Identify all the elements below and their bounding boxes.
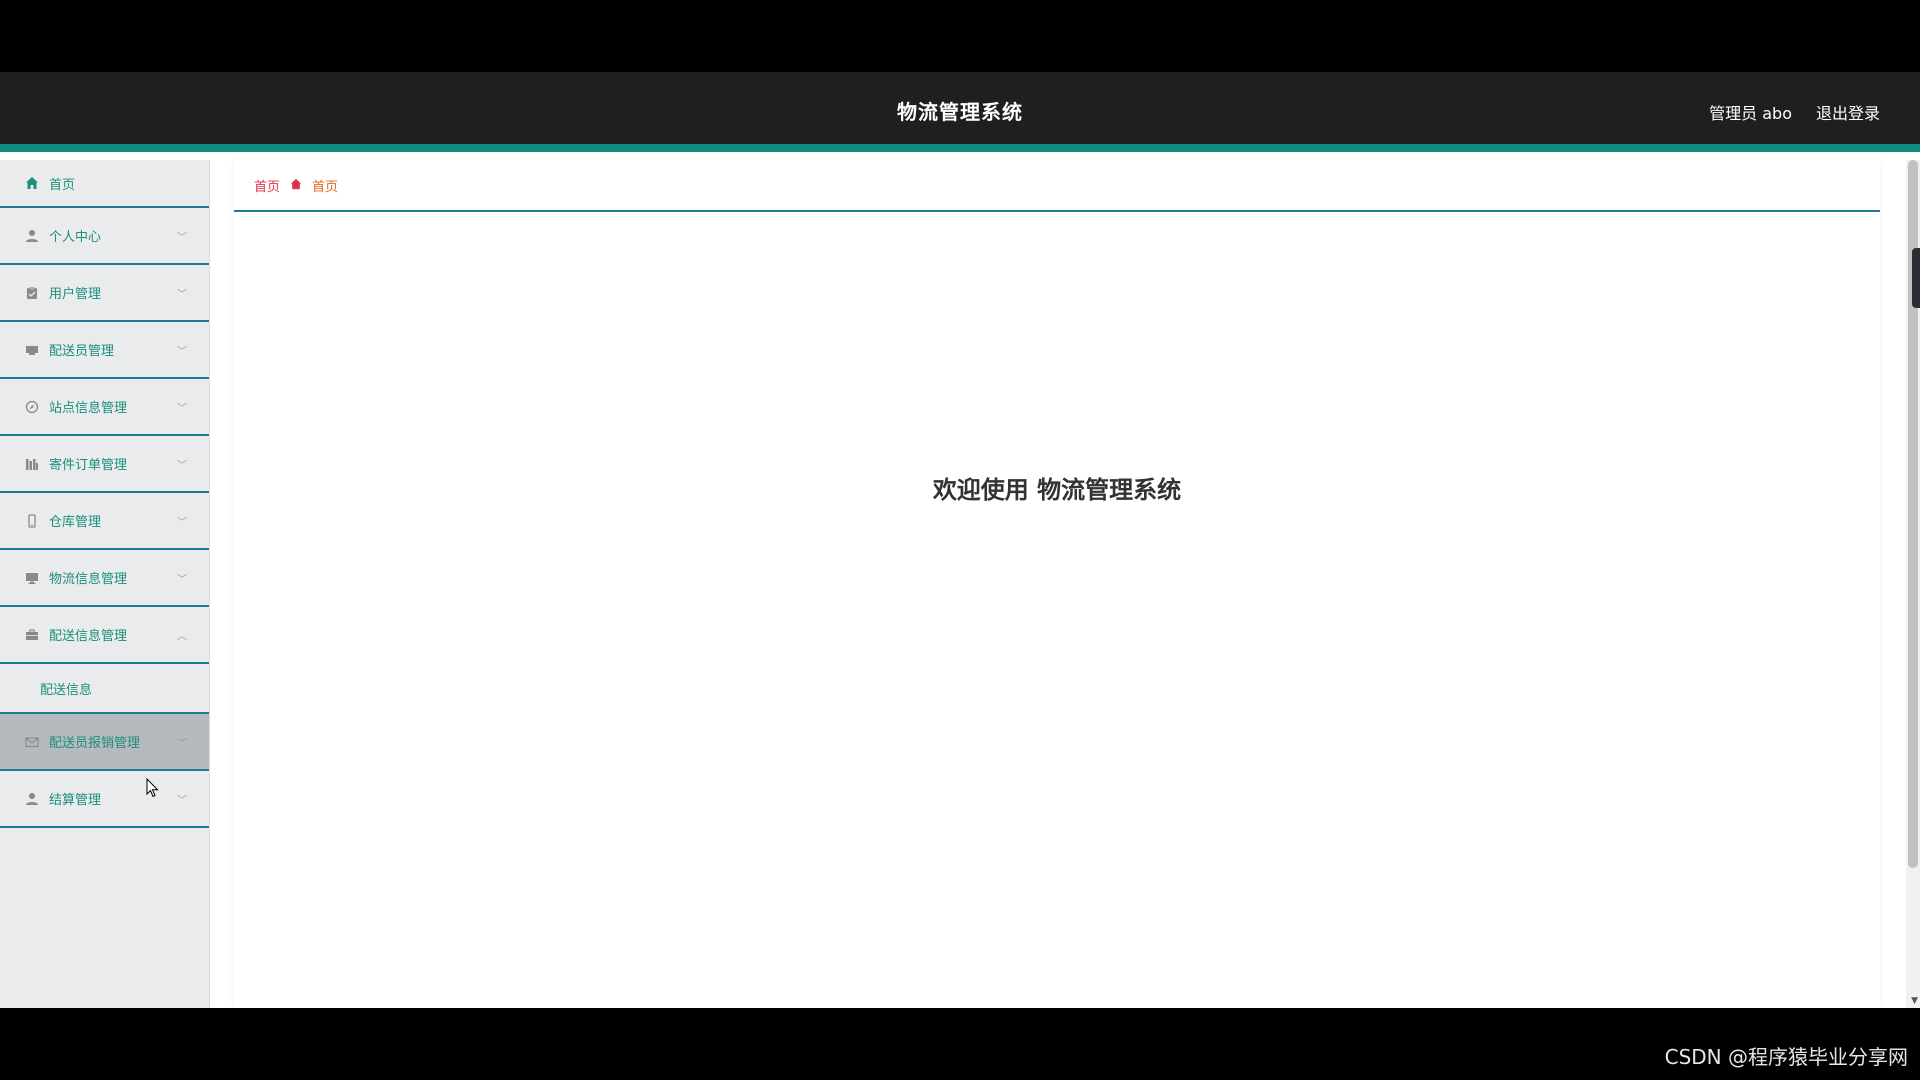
- app-title: 物流管理系统: [897, 100, 1023, 124]
- current-user-label: 管理员 abo: [1709, 104, 1792, 123]
- submenu-item-delivery-info[interactable]: 配送信息: [0, 664, 209, 712]
- sidebar-item-label: 配送信息管理: [49, 629, 128, 644]
- submenu-delivery-info: 配送信息: [0, 664, 209, 714]
- sidebar-item-label: 用户管理: [49, 287, 102, 302]
- compass-icon: [24, 399, 40, 415]
- submenu-item-label: 配送信息: [40, 682, 93, 698]
- sidebar-item-label: 物流信息管理: [49, 572, 128, 587]
- chevron-down-icon: ﹀: [177, 232, 187, 243]
- mobile-icon: [24, 513, 40, 529]
- sidebar-item-settlement-management[interactable]: 结算管理 ﹀: [0, 771, 209, 828]
- sidebar-item-personal-center[interactable]: 个人中心 ﹀: [0, 208, 209, 265]
- envelope-icon: [24, 734, 40, 750]
- sidebar-item-courier-reimbursement-management[interactable]: 配送员报销管理 ﹀: [0, 714, 209, 771]
- chevron-down-icon: ﹀: [177, 346, 187, 357]
- chevron-down-icon: ﹀: [177, 460, 187, 471]
- chevron-down-icon: ﹀: [177, 403, 187, 414]
- chevron-down-icon: ﹀: [177, 795, 187, 806]
- header-user-area: 管理员 abo 退出登录: [1709, 72, 1880, 152]
- sidebar-item-home[interactable]: 首页: [0, 160, 209, 208]
- sidebar-item-label: 个人中心: [49, 230, 102, 245]
- bar-chart-icon: [24, 456, 40, 472]
- sidebar-item-warehouse-management[interactable]: 仓库管理 ﹀: [0, 493, 209, 550]
- chevron-up-icon: ︿: [177, 631, 187, 642]
- sidebar-item-label: 结算管理: [49, 793, 102, 808]
- sidebar-menu: 首页 个人中心 ﹀ 用户管理 ﹀ 配送员管理 ﹀ 站点信息管理 ﹀ 寄件订单管理…: [0, 160, 210, 1008]
- sidebar-item-label: 寄件订单管理: [49, 458, 128, 473]
- sidebar-item-station-management[interactable]: 站点信息管理 ﹀: [0, 379, 209, 436]
- top-header: 物流管理系统 管理员 abo 退出登录: [0, 72, 1920, 152]
- sidebar-item-courier-management[interactable]: 配送员管理 ﹀: [0, 322, 209, 379]
- user-icon: [24, 791, 40, 807]
- breadcrumb: 首页 首页: [234, 160, 1880, 212]
- mouse-cursor-icon: [146, 778, 159, 798]
- side-floating-tab[interactable]: [1912, 248, 1920, 308]
- scroll-down-arrow-icon[interactable]: ▼: [1911, 996, 1918, 1006]
- chevron-down-icon: ﹀: [177, 289, 187, 300]
- sidebar-item-label: 站点信息管理: [49, 401, 128, 416]
- chevron-down-icon: ﹀: [177, 517, 187, 528]
- breadcrumb-current: 首页: [312, 179, 339, 195]
- sidebar-item-delivery-info-management[interactable]: 配送信息管理 ︿: [0, 607, 209, 664]
- monitor-icon: [24, 570, 40, 586]
- chevron-down-icon: ﹀: [177, 574, 187, 585]
- letterbox-top: [0, 0, 1920, 72]
- sidebar-item-label: 首页: [49, 177, 76, 193]
- user-icon: [24, 228, 40, 244]
- chevron-down-icon: ﹀: [177, 738, 187, 749]
- sidebar-item-user-management[interactable]: 用户管理 ﹀: [0, 265, 209, 322]
- main-content: 首页 首页 欢迎使用 物流管理系统: [234, 160, 1880, 1008]
- house-icon: [290, 178, 302, 193]
- logout-button[interactable]: 退出登录: [1816, 100, 1880, 124]
- sidebar-item-label: 配送员报销管理: [49, 736, 141, 751]
- home-icon: [24, 175, 40, 191]
- app-window: 物流管理系统 管理员 abo 退出登录 首页 个人中心 ﹀ 用户管理 ﹀ 配送员…: [0, 72, 1920, 1008]
- sidebar-item-label: 仓库管理: [49, 515, 102, 530]
- sidebar-item-logistics-info-management[interactable]: 物流信息管理 ﹀: [0, 550, 209, 607]
- briefcase-icon: [24, 627, 40, 643]
- welcome-message: 欢迎使用 物流管理系统: [932, 476, 1182, 504]
- letterbox-bottom: CSDN @程序猿毕业分享网: [0, 1008, 1920, 1080]
- sidebar-item-order-management[interactable]: 寄件订单管理 ﹀: [0, 436, 209, 493]
- watermark-text: CSDN @程序猿毕业分享网: [1664, 1045, 1908, 1069]
- breadcrumb-home-link[interactable]: 首页: [254, 176, 280, 195]
- courier-icon: [24, 342, 40, 358]
- sidebar-item-label: 配送员管理: [49, 344, 115, 359]
- clipboard-icon: [24, 285, 40, 301]
